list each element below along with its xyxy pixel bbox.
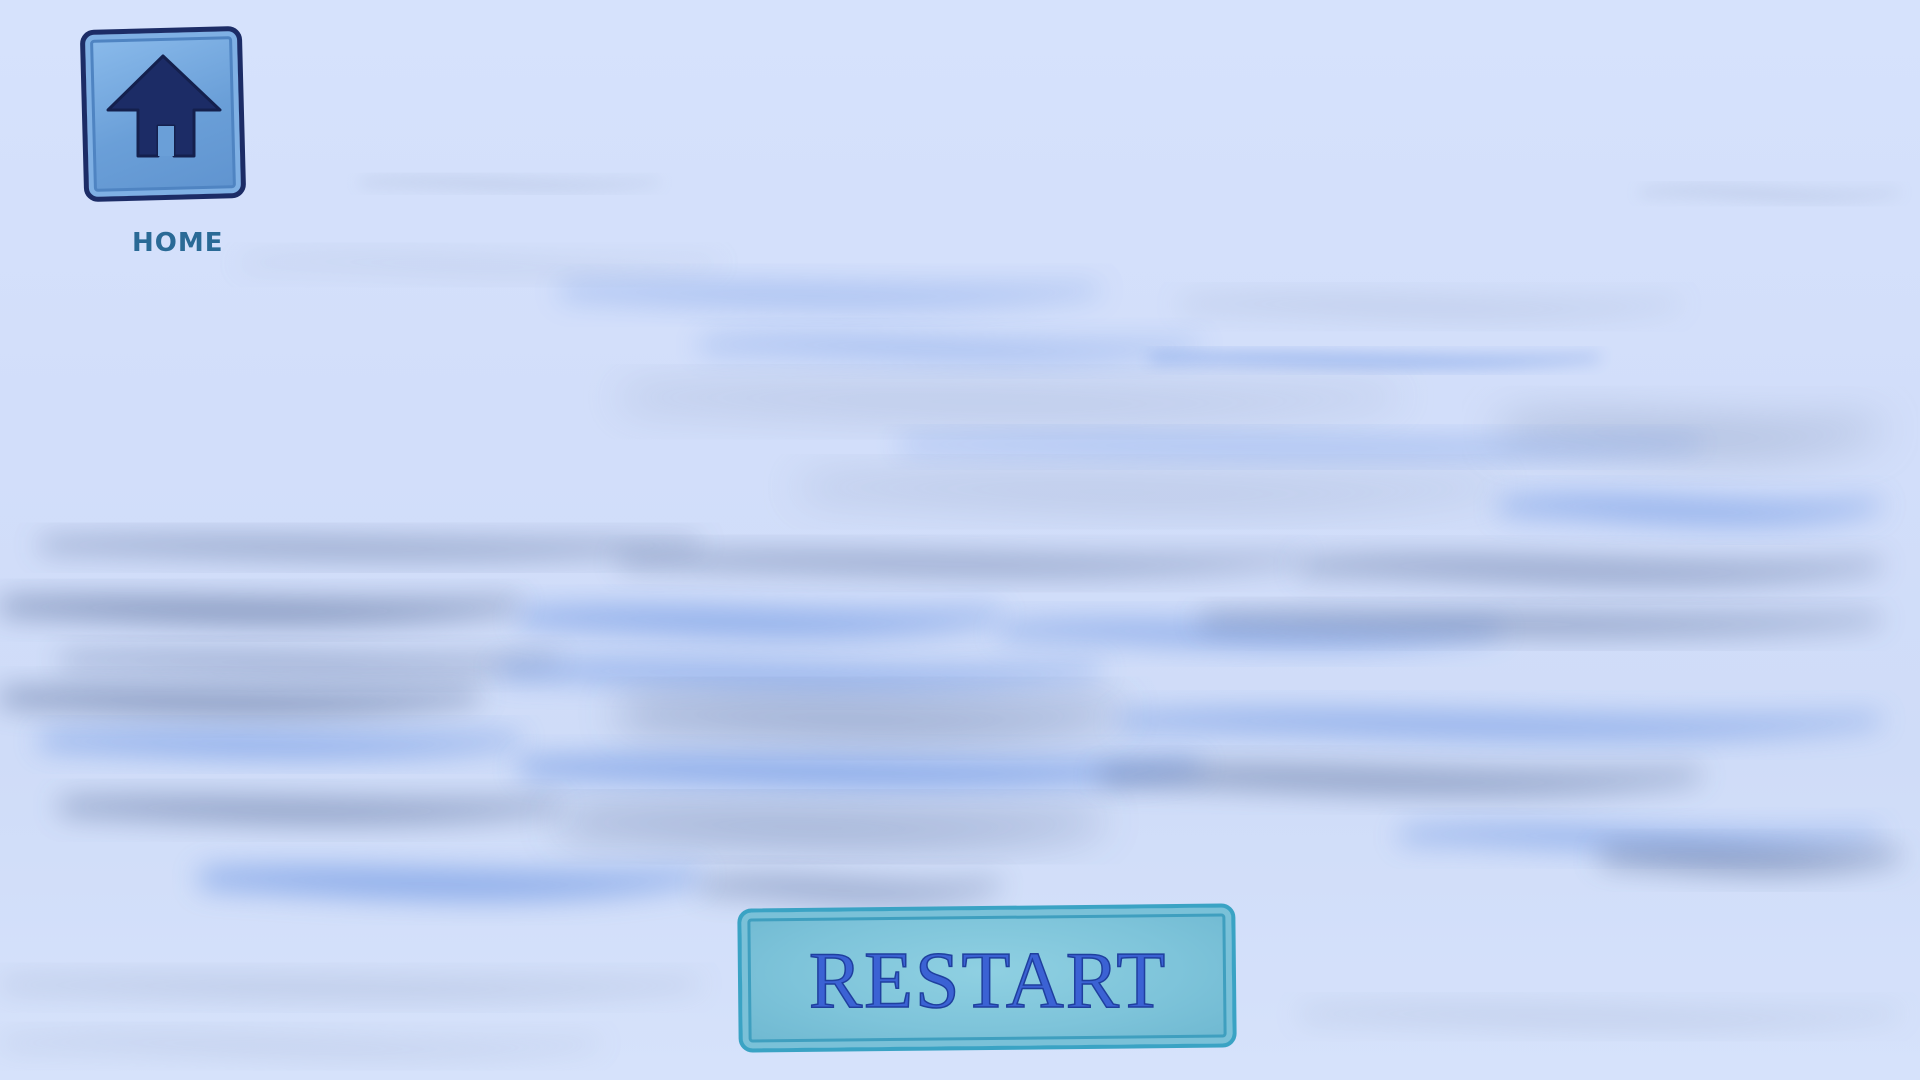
water-wave-stroke	[1150, 353, 1600, 368]
water-wave-stroke	[60, 798, 560, 823]
water-wave-stroke	[1100, 766, 1700, 794]
water-wave-stroke	[1300, 556, 1880, 584]
water-wave-stroke	[500, 661, 1100, 689]
water-wave-stroke	[800, 477, 1500, 507]
water-wave-stroke	[1640, 187, 1900, 200]
restart-button[interactable]: RESTART	[737, 903, 1238, 1053]
water-wave-stroke	[1600, 848, 1900, 873]
water-wave-stroke	[40, 733, 520, 756]
water-wave-stroke	[520, 757, 1200, 787]
game-screen: HOME RESTART	[0, 0, 1920, 1080]
home-label: HOME	[132, 228, 224, 258]
water-wave-stroke	[0, 688, 480, 716]
water-wave-stroke	[1500, 496, 1880, 524]
home-button[interactable]: HOME	[79, 25, 247, 258]
water-wave-stroke	[620, 702, 1120, 735]
water-wave-stroke	[560, 283, 1100, 308]
water-wave-stroke	[0, 978, 700, 998]
water-wave-stroke	[560, 812, 1100, 842]
water-wave-stroke	[620, 552, 1300, 575]
water-wave-stroke	[700, 876, 1000, 904]
water-wave-stroke	[60, 652, 560, 675]
house-arrow-icon	[106, 54, 222, 158]
water-wave-stroke	[1300, 1007, 1900, 1027]
water-wave-stroke	[620, 387, 1400, 417]
water-wave-stroke	[1120, 711, 1880, 739]
water-wave-stroke	[0, 1036, 600, 1056]
water-wave-stroke	[520, 607, 1000, 637]
water-wave-stroke	[1400, 826, 1880, 851]
water-wave-stroke	[1180, 297, 1680, 317]
water-wave-stroke	[360, 178, 660, 190]
water-wave-stroke	[200, 867, 700, 900]
water-wave-stroke	[700, 336, 1200, 361]
restart-label: RESTART	[808, 936, 1168, 1026]
water-wave-stroke	[240, 256, 720, 274]
water-wave-stroke	[40, 538, 700, 558]
water-wave-stroke	[0, 598, 520, 623]
